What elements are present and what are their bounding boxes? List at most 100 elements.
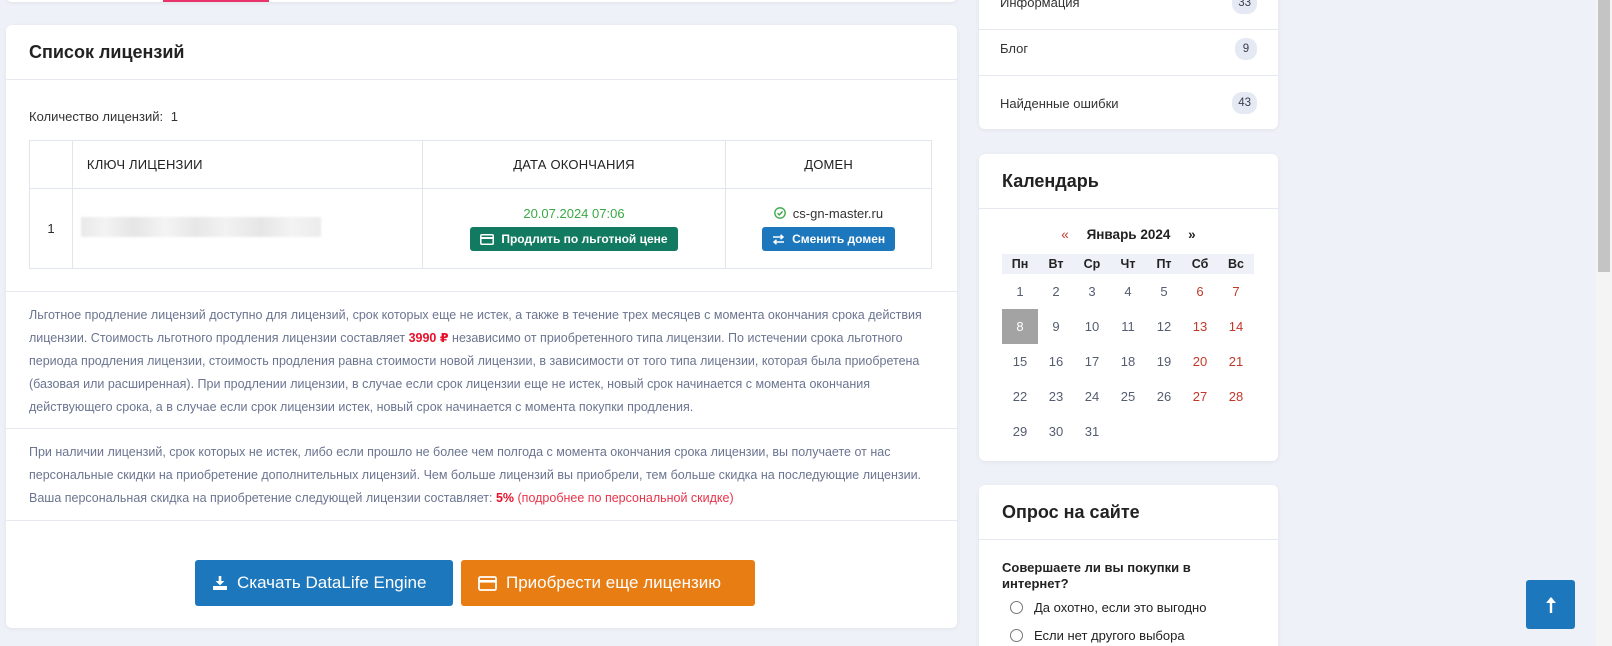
calendar-day: 22 [1012,389,1028,404]
personal-discount-note: При наличии лицензий, срок которых не ис… [29,441,934,510]
poll-option[interactable]: Да охотно, если это выгодно [1010,600,1206,615]
scroll-to-top-button[interactable] [1526,580,1575,629]
calendar-day: 29 [1012,424,1028,439]
calendar-day: 30 [1048,424,1064,439]
weekday: Пн [1002,254,1038,274]
license-key-redacted [80,217,321,237]
col-num [29,140,73,189]
calendar-day: 10 [1084,319,1100,334]
category-label: Информация [1000,0,1080,10]
calendar-day: 31 [1084,424,1100,439]
extend-discount-label: Продлить по льготной цене [501,232,668,246]
discount-renewal-note: Льготное продление лицензий доступно для… [29,304,934,419]
calendar-nav: « Январь 2024 » [979,227,1278,242]
row-num: 1 [29,188,73,269]
poll-option-label: Если нет другого выбора [1034,628,1185,643]
calendar-title: Календарь [979,154,1278,209]
calendar-week: 8 9 10 11 12 13 14 [1002,309,1254,344]
calendar-day-weekend: 7 [1232,284,1240,299]
category-label: Найденные ошибки [1000,95,1119,111]
table-header-row: КЛЮЧ ЛИЦЕНЗИИ ДАТА ОКОНЧАНИЯ ДОМЕН [29,140,932,189]
weekday: Вс [1218,254,1254,274]
poll-title: Опрос на сайте [979,485,1278,540]
calendar-day: 16 [1048,354,1064,369]
category-label: Блог [1000,41,1029,56]
calendar-grid: Пн Вт Ср Чт Пт Сб Вс 1 2 3 4 5 6 7 8 9 1… [1002,254,1254,449]
weekday: Чт [1110,254,1146,274]
category-item[interactable]: Найденные ошибки 43 [979,76,1278,130]
download-dle-label: Скачать DataLife Engine [237,573,427,592]
calendar-day: 25 [1120,389,1136,404]
radio-button[interactable] [1010,601,1023,614]
personal-discount-link-wrap: (подробнее по персональной скидке) [517,491,734,505]
divider [6,428,957,429]
domain-value: cs-gn-master.ru [792,206,884,221]
buy-license-button[interactable]: Приобрести еще лицензию [461,560,755,606]
calendar-day: 12 [1156,319,1172,334]
calendar-day: 1 [1016,284,1024,299]
end-date: 20.07.2024 07:06 [523,206,625,221]
col-end-date: ДАТА ОКОНЧАНИЯ [421,140,727,189]
credit-card-icon [478,575,497,591]
calendar-day-weekend [1218,414,1254,449]
calendar-day: 4 [1124,284,1132,299]
divider [6,291,957,292]
domain-value-wrap: cs-gn-master.ru [726,206,931,221]
col-key: КЛЮЧ ЛИЦЕНЗИИ [71,140,423,189]
calendar-day-weekend: 28 [1228,389,1244,404]
calendar-day-weekend: 20 [1192,354,1208,369]
weekday: Сб [1182,254,1218,274]
calendar-weekdays: Пн Вт Ср Чт Пт Сб Вс [1002,254,1254,274]
calendar-day: 18 [1120,354,1136,369]
calendar-week: 1 2 3 4 5 6 7 [1002,274,1254,309]
weekday: Пт [1146,254,1182,274]
calendar-day: 26 [1156,389,1172,404]
calendar-day-weekend: 6 [1196,284,1204,299]
calendar-day-weekend: 21 [1228,354,1244,369]
calendar-day-weekend: 27 [1192,389,1208,404]
change-domain-label: Сменить домен [792,232,886,246]
domain-cell: cs-gn-master.ru Сменить домен [725,188,932,269]
poll-question: Совершаете ли вы покупки в интернет? [1002,560,1191,591]
category-item[interactable]: Блог 9 [979,22,1278,76]
active-tab-indicator [163,0,269,2]
weekday: Вт [1038,254,1074,274]
extend-discount-button[interactable]: Продлить по льготной цене [470,227,678,251]
license-count-label: Количество лицензий: [29,109,164,124]
licenses-card: Список лицензий Количество лицензий: 1 К… [6,25,957,628]
category-count-badge: 33 [1232,0,1257,14]
tabs-strip [6,0,957,2]
calendar-next-link[interactable]: » [1188,227,1196,242]
scrollbar-thumb[interactable] [1598,0,1610,272]
category-count-badge: 9 [1235,37,1257,60]
download-dle-button[interactable]: Скачать DataLife Engine [195,560,453,606]
radio-button[interactable] [1010,629,1023,642]
poll-option[interactable]: Если нет другого выбора [1010,628,1185,643]
calendar-day-weekend [1182,414,1218,449]
calendar-day-today: 8 [1002,309,1038,344]
personal-discount-link[interactable]: подробнее по персональной скидке [522,491,730,505]
calendar-week: 22 23 24 25 26 27 28 [1002,379,1254,414]
calendar-day: 5 [1160,284,1168,299]
note2-text: При наличии лицензий, срок которых не ис… [29,445,922,505]
weekday: Ср [1074,254,1110,274]
calendar-day: 15 [1012,354,1028,369]
license-key-cell [71,188,423,269]
calendar-day: 2 [1052,284,1060,299]
calendar-day: 11 [1121,319,1135,334]
licenses-table: КЛЮЧ ЛИЦЕНЗИИ ДАТА ОКОНЧАНИЯ ДОМЕН 1 20.… [29,140,932,269]
col-domain: ДОМЕН [725,140,932,189]
change-domain-button[interactable]: Сменить домен [762,227,896,251]
poll-option-label: Да охотно, если это выгодно [1034,600,1207,615]
calendar-day: 23 [1048,389,1064,404]
license-count: Количество лицензий: 1 [29,109,178,124]
personal-discount-value: 5% [495,491,515,505]
calendar-card: Календарь « Январь 2024 » Пн Вт Ср Чт Пт… [979,154,1278,461]
poll-card: Опрос на сайте Совершаете ли вы покупки … [979,485,1278,646]
calendar-prev-link[interactable]: « [1061,227,1069,242]
calendar-week: 15 16 17 18 19 20 21 [1002,344,1254,379]
license-count-value: 1 [170,109,178,124]
category-count-badge: 43 [1232,92,1257,114]
arrow-up-icon [1545,596,1556,613]
calendar-day: 24 [1084,389,1100,404]
